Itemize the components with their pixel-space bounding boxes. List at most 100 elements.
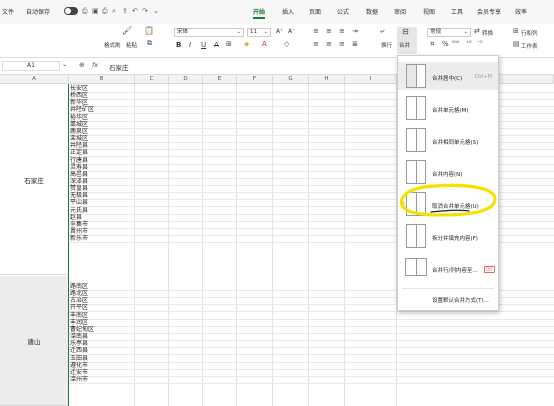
tab-home[interactable]: 开始: [253, 7, 266, 19]
column-divider: [168, 84, 169, 406]
function-icon[interactable]: fx: [92, 61, 98, 69]
column-divider: [236, 84, 237, 406]
convert-button[interactable]: 转换: [482, 29, 493, 37]
row-col-icon[interactable]: ⊞: [513, 27, 519, 35]
column-header-c[interactable]: C: [135, 75, 169, 84]
redo-icon[interactable]: ↷: [142, 7, 148, 15]
column-divider: [308, 84, 309, 406]
paste-button[interactable]: 粘贴: [126, 41, 137, 49]
underline-button[interactable]: U: [201, 41, 206, 49]
undo-icon[interactable]: ↶: [132, 7, 138, 15]
merged-cell-tangshan[interactable]: 唐山: [0, 276, 68, 406]
column-header-e[interactable]: E: [203, 75, 237, 84]
percent-icon[interactable]: %: [442, 40, 449, 48]
tab-insert[interactable]: 插入: [282, 7, 294, 16]
row-divider: [69, 325, 554, 327]
paste-icon[interactable]: 📋: [144, 26, 154, 35]
wrap-icon[interactable]: ⤶: [380, 26, 384, 36]
worksheet-button[interactable]: 工作表: [521, 42, 538, 50]
chevron-down-icon[interactable]: ⌄: [62, 61, 67, 68]
tab-tools[interactable]: 工具: [451, 7, 463, 16]
column-header-g[interactable]: G: [273, 75, 309, 84]
column-header-i[interactable]: I: [345, 75, 397, 84]
row-divider: [69, 347, 554, 349]
tab-view[interactable]: 视图: [423, 7, 435, 16]
preview-icon[interactable]: ⌕: [112, 7, 116, 16]
convert-icon[interactable]: ⇄: [474, 27, 480, 35]
align-middle-icon[interactable]: ≡: [326, 27, 332, 35]
export-icon[interactable]: ⇪: [122, 7, 128, 15]
thousands-icon[interactable]: ⁰⁰⁰: [452, 40, 459, 47]
merged-cell-shijiazhuang[interactable]: 石家庄: [0, 85, 68, 275]
number-format-select[interactable]: 常规 ⌄: [427, 28, 471, 37]
worksheet-icon[interactable]: ▤: [513, 40, 520, 48]
tab-page[interactable]: 页面: [309, 7, 321, 16]
menu-item-merge-content[interactable]: 合并内容(N): [398, 158, 498, 186]
print-icon[interactable]: ⎙: [102, 7, 108, 16]
column-header-a[interactable]: A: [0, 75, 69, 84]
align-top-icon[interactable]: ≡: [313, 27, 319, 35]
tab-review[interactable]: 审阅: [394, 7, 406, 16]
menu-item-merge-center[interactable]: 合并居中(C) Ctrl+M: [398, 62, 498, 90]
tab-member[interactable]: 会员专享: [477, 7, 501, 16]
format-painter-button[interactable]: 格式刷: [104, 41, 121, 49]
chevron-down-icon: ⌄: [236, 29, 241, 35]
menu-item-merge-same[interactable]: 合并相同单元格(S): [398, 126, 498, 154]
paste-options-icon[interactable]: ⧉: [147, 39, 152, 48]
format-painter-icon[interactable]: 🖌: [122, 26, 132, 35]
font-color-icon[interactable]: A: [262, 40, 267, 48]
align-right-icon[interactable]: ≡: [339, 40, 345, 48]
pdf-icon[interactable]: ▣: [92, 7, 99, 15]
autosave-label: 自动保存: [26, 9, 51, 16]
menu-item-merge-rows-cols[interactable]: 合并行/列内容至... DIY: [398, 254, 498, 282]
merge-content-icon: [406, 160, 426, 184]
menu-divider: [402, 288, 494, 289]
row-divider: [69, 332, 554, 334]
strikethrough-button[interactable]: A: [214, 41, 219, 49]
merge-icon: ⊟: [402, 27, 409, 36]
column-header-f[interactable]: F: [237, 75, 273, 84]
italic-button[interactable]: I: [189, 41, 191, 49]
column-header-h[interactable]: H: [309, 75, 345, 84]
tab-efficiency[interactable]: 效率: [515, 7, 527, 16]
column-header-b[interactable]: B: [69, 75, 135, 84]
font-size-select[interactable]: 11 ⌄: [247, 28, 271, 37]
increase-font-icon[interactable]: A⁺: [276, 28, 283, 35]
eraser-icon[interactable]: ◇: [284, 40, 289, 48]
file-menu[interactable]: 文件: [2, 7, 14, 16]
merge-button[interactable]: ⊟ 合并: [397, 27, 417, 54]
ribbon: 🖌 格式刷 📋 粘贴 ⧉ 宋体 ⌄ 11 ⌄ A⁺ A⁻ B I U A ⊞ ◈ A…: [0, 24, 554, 58]
distribute-icon[interactable]: ≣: [352, 40, 358, 48]
tab-data[interactable]: 数据: [366, 7, 378, 16]
column-divider: [344, 84, 345, 406]
zoom-icon[interactable]: ⊕: [79, 61, 85, 69]
align-center-icon[interactable]: ≡: [326, 40, 332, 48]
menu-item-default-merge[interactable]: 设置默认合并方式(T)...: [398, 292, 498, 306]
menu-item-split-fill[interactable]: 拆分并填充内容(F): [398, 222, 498, 250]
decimal-increase-icon[interactable]: ⁺⁰: [466, 40, 472, 47]
row-col-button[interactable]: 行和列: [521, 29, 538, 37]
bold-button[interactable]: B: [176, 41, 181, 49]
decimal-decrease-icon[interactable]: ⁻⁰: [477, 40, 483, 47]
fill-color-icon[interactable]: ◈: [244, 40, 249, 48]
wrap-button[interactable]: 换行: [381, 41, 392, 49]
save-icon[interactable]: ⎙: [82, 7, 88, 16]
border-icon[interactable]: ⊞: [226, 40, 232, 48]
row-divider: [69, 318, 554, 320]
more-icon[interactable]: ⌄: [153, 7, 159, 15]
formula-input[interactable]: 石家庄: [109, 62, 129, 72]
row-divider: [69, 354, 554, 356]
menu-item-merge-cells[interactable]: 合并单元格(M): [398, 94, 498, 122]
tab-formula[interactable]: 公式: [337, 7, 349, 16]
column-header-d[interactable]: D: [169, 75, 203, 84]
name-box[interactable]: A1: [2, 61, 60, 71]
decrease-font-icon[interactable]: A⁻: [288, 28, 295, 35]
autosave-toggle[interactable]: [64, 7, 78, 15]
indent-icon[interactable]: ⇥: [352, 27, 358, 35]
font-name-select[interactable]: 宋体 ⌄: [174, 28, 244, 37]
currency-icon[interactable]: ¤: [430, 40, 434, 48]
row-divider: [69, 340, 554, 342]
align-left-icon[interactable]: ≡: [313, 40, 319, 48]
align-bottom-icon[interactable]: ≡: [339, 27, 345, 35]
split-fill-icon: [406, 224, 426, 248]
